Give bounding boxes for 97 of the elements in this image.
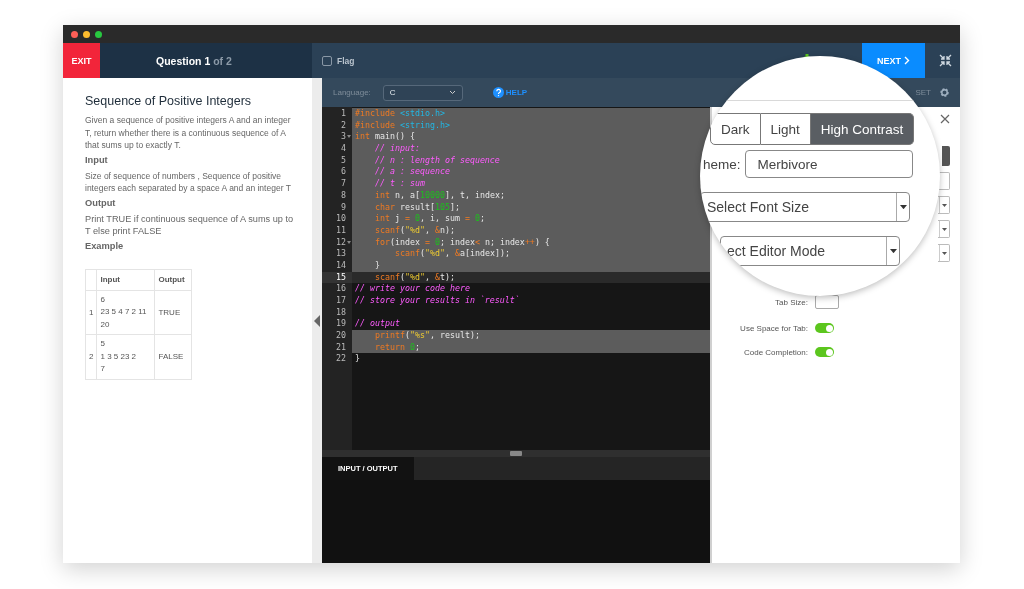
line-number: 19 [335,318,347,331]
line-number: 21 [335,341,347,354]
section-heading: Input [85,154,109,165]
line-number: 1 [340,108,347,120]
table-cell: 5 1 3 5 23 2 7 [96,334,155,379]
theme-tab[interactable]: Light [760,113,811,145]
code-line: char result[105]; [373,201,460,214]
setting-label: Use Space for Tab: [739,323,808,333]
line-number: 22 [335,353,347,366]
fold-marker-icon[interactable] [347,135,351,139]
line-number: 11 [335,224,347,237]
toggle-switch[interactable] [815,323,834,333]
row-number: 2 [85,334,97,379]
problem-text: Size of sequence of numbers , Sequence of positive integers each separated by a space A and an integer T [85,169,292,195]
caret-icon [889,248,897,254]
line-number: 2 [340,119,347,132]
code-line: scanf("%d", &n); [373,224,455,237]
code-line: int j = 0, i, sum = 0; [373,213,485,225]
code-line: // input: [373,143,420,155]
language-select[interactable]: C [382,84,463,101]
line-number: 5 [340,154,347,167]
line-number: 8 [340,189,347,202]
problem-text: Print TRUE if continuous sequence of A sums up to T else print FALSE [85,212,295,238]
code-line: // output [354,318,400,331]
tab-size-field[interactable] [815,295,839,309]
code-line: // t : sum [373,178,425,190]
code-line: int main() { [354,131,415,144]
table-cell: FALSE [154,334,192,379]
settings-select[interactable] [938,244,950,262]
table-cell: TRUE [154,290,192,335]
line-number: 3 [322,131,352,144]
problem-title: Sequence of Positive Integers [85,94,253,108]
theme-label: heme: [703,156,741,172]
language-label: Language: [333,88,371,97]
code-line: int n, a[10000], t, index; [373,189,505,202]
line-number: 9 [340,201,347,214]
collapse-arrow-icon[interactable] [313,314,320,327]
resize-handle[interactable] [510,451,522,456]
line-number: 6 [340,166,347,179]
line-number: 7 [340,178,347,190]
question-counter: Question 1 of 2 [156,54,232,67]
caret-icon [942,203,947,207]
close-icon[interactable] [940,114,950,124]
code-line: } [354,353,360,366]
code-line: for(index = 0; index< n; index++) { [373,236,550,249]
caret-icon [942,251,947,255]
code-line: // write your code here [354,283,470,295]
column-header: Output [154,269,192,290]
theme-tab[interactable]: High Contrast [810,113,915,145]
row-number: 1 [85,290,97,335]
theme-tab[interactable]: Dark [710,113,761,145]
code-line: // a : sequence [373,166,450,179]
code-line: scanf("%d", &t); [373,271,455,284]
toggle-switch[interactable] [815,347,834,357]
section-heading: Example [85,240,125,251]
line-number: 12 [322,236,352,249]
table-cell: 6 23 5 4 7 2 11 20 [96,290,155,335]
line-number: 13 [335,248,347,260]
code-line: scanf("%d", &a[index]); [393,248,510,260]
compress-icon[interactable] [939,54,952,67]
code-line: printf("%s", result); [373,330,480,342]
code-line: return 0; [373,341,420,354]
caret-icon [942,227,947,231]
line-number: 10 [335,213,347,225]
settings-icon[interactable] [939,87,950,98]
line-number: 18 [335,306,347,319]
section-heading: Output [85,197,117,208]
code-line: #include <string.h> [354,119,450,132]
help-icon [492,87,504,98]
settings-select[interactable] [938,196,950,214]
chevron-down-icon [448,90,456,95]
theme-field[interactable]: Merbivore [744,150,913,178]
close-window-button[interactable] [71,30,78,38]
line-number: 16 [335,283,347,295]
column-header: Input [96,269,155,290]
settings-select[interactable] [938,220,950,238]
line-number: 14 [335,259,347,272]
line-number: 20 [335,330,347,342]
line-number: 17 [335,295,347,307]
code-line: // store your results in `result` [354,295,520,307]
line-number: 4 [340,143,347,155]
setting-label: Code Completion: [742,347,808,357]
tab-size-label: Tab Size: [774,297,808,307]
chevron-right-icon [904,56,910,65]
flag-checkbox[interactable] [322,55,332,66]
code-line: // n : length of sequence [373,154,500,167]
problem-text: Given a sequence of positive integers A and an integer T, return whether there is a continuous sequence of A that sums up to exactly T. [85,114,292,152]
zoom-window-button[interactable] [95,30,102,38]
fold-marker-icon[interactable] [347,240,351,244]
flag-label: Flag [337,55,355,66]
exit-button[interactable]: EXIT [63,43,100,78]
caret-icon [899,204,907,210]
code-line: #include <stdio.h> [354,108,445,120]
code-line: } [373,259,380,272]
minimize-window-button[interactable] [83,30,90,38]
line-number: 15 [322,271,352,284]
editor-mode-select[interactable]: ect Editor Mode [720,236,900,266]
